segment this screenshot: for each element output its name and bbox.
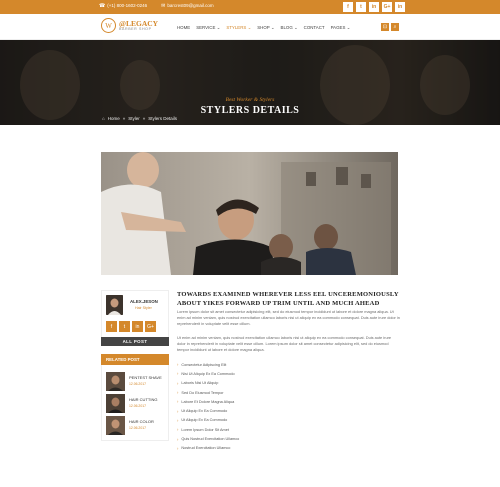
instagram-icon[interactable]: in: [395, 2, 405, 12]
nav-pages[interactable]: PAGES ⌄: [331, 25, 351, 31]
arrow-right-icon: ›: [177, 380, 179, 386]
related-post-date: 12.06.2017: [129, 382, 146, 386]
nav-shop[interactable]: SHOP ⌄: [257, 25, 274, 31]
list-item: › Consectetur Adipiscing Elit: [177, 362, 227, 368]
thumbnail-illustration: [106, 416, 125, 435]
arrow-right-icon: ›: [177, 371, 179, 377]
breadcrumb-current: Stylers Details: [148, 116, 178, 121]
mail-icon: ✉: [161, 3, 166, 9]
avatar: [106, 295, 123, 315]
thumbnail-illustration: [106, 394, 125, 413]
facebook-icon[interactable]: f: [343, 2, 353, 12]
google-plus-icon[interactable]: G+: [382, 2, 392, 12]
breadcrumb-home[interactable]: Home: [108, 116, 120, 121]
chevron-down-icon: ⌄: [270, 25, 275, 30]
article-paragraph: Ut enim ad minim veniam, quis nostrud ex…: [177, 335, 392, 352]
related-post-title: PENTEST SHAVE: [129, 375, 162, 380]
related-post-title: HAIR COLOR: [129, 419, 154, 424]
logo-text: @LEGACY: [119, 18, 159, 28]
list-item: › Labore Et Dolore Magna Aliqua: [177, 399, 235, 405]
search-icon[interactable]: ⌕: [391, 23, 399, 31]
linkedin-icon[interactable]: in: [132, 321, 143, 332]
avatar-illustration: [106, 295, 123, 315]
email[interactable]: ✉ barcrest09@gmail.com: [161, 3, 214, 9]
facebook-icon[interactable]: f: [106, 321, 117, 332]
list-item: › Quis Nostrud Exercitation Ullamco: [177, 436, 240, 442]
arrow-right-icon: ›: [177, 362, 179, 368]
breadcrumb-separator: »: [122, 116, 126, 121]
arrow-right-icon: ›: [177, 436, 179, 442]
arrow-right-icon: ›: [177, 417, 179, 423]
related-post-item[interactable]: HAIR COLOR 12.06.2017: [106, 416, 154, 435]
nav-home[interactable]: HOME: [177, 25, 190, 31]
nav-contact[interactable]: CONTACT: [304, 25, 325, 31]
related-post-heading: RELATED POST: [101, 354, 169, 365]
related-post-thumbnail: [106, 372, 125, 391]
logo-tagline: BARBER SHOP: [119, 27, 152, 32]
chevron-down-icon: ⌄: [293, 25, 298, 30]
related-post-item[interactable]: PENTEST SHAVE 12.06.2017: [106, 372, 162, 391]
breadcrumb-separator: »: [142, 116, 146, 121]
barber-photo-illustration: [101, 152, 398, 275]
twitter-icon[interactable]: t: [119, 321, 130, 332]
phone-icon: ☎: [99, 3, 106, 9]
list-item: › Lorem Ipsum Dolor Sit Amet: [177, 427, 229, 433]
related-post-date: 12.06.2017: [129, 404, 146, 408]
arrow-right-icon: ›: [177, 390, 179, 396]
nav-service[interactable]: SERVICE ⌄: [196, 25, 220, 31]
header-actions: ⊡ ⌕: [381, 23, 399, 31]
thumbnail-illustration: [106, 372, 125, 391]
cart-icon[interactable]: ⊡: [381, 23, 389, 31]
list-item: › Ut Aliquip Ex Ea Commodo: [177, 417, 228, 423]
list-item: › Laboris Nisi Ut Aliquip: [177, 380, 219, 386]
arrow-right-icon: ›: [177, 445, 179, 451]
list-item: › Ut Aliquip Ex Ea Commodo: [177, 408, 228, 414]
styler-name: ALEX.JESON: [130, 299, 158, 304]
list-item: › Nisi Ut Aliquip Ex Ea Commodo: [177, 371, 235, 377]
related-post-item[interactable]: HAIR CUTTING 12.06.2017: [106, 394, 157, 413]
profile-social-links: f t in G+: [106, 321, 156, 332]
arrow-right-icon: ›: [177, 408, 179, 414]
list-item: › Nostrud Exercitation Ullamco: [177, 445, 231, 451]
breadcrumb: ⌂ Home » Styler » Stylers Details: [102, 116, 177, 121]
logo-mark-icon: W: [101, 18, 116, 33]
nav-stylers[interactable]: STYLERS ⌄: [226, 25, 251, 31]
chevron-down-icon: ⌄: [216, 25, 221, 30]
chevron-down-icon: ⌄: [346, 25, 351, 30]
nav-blog[interactable]: BLOG ⌄: [281, 25, 298, 31]
styler-main-photo: [101, 152, 398, 275]
top-social-links: f t in G+ in: [343, 2, 405, 12]
page-banner: Best Worker & Stylers STYLERS DETAILS: [0, 40, 500, 125]
article-title: TOWARDS EXAMINED WHEREVER LESS EEL UNCER…: [177, 291, 399, 307]
home-icon: ⌂: [102, 116, 105, 121]
related-post-thumbnail: [106, 394, 125, 413]
linkedin-icon[interactable]: in: [369, 2, 379, 12]
related-post-list: PENTEST SHAVE 12.06.2017 HAIR CUTTING 12…: [101, 365, 169, 441]
related-post-title: HAIR CUTTING: [129, 397, 158, 402]
top-bar: ☎ (+1) 800-1602-0246 ✉ barcrest09@gmail.co…: [0, 0, 500, 14]
list-item: › Sed Do Eiusmod Tempor: [177, 390, 224, 396]
feature-list: › Consectetur Adipiscing Elit › Nisi Ut Al…: [177, 360, 400, 453]
related-post-thumbnail: [106, 416, 125, 435]
main-nav: HOME SERVICE ⌄ STYLERS ⌄ SHOP ⌄ BLOG ⌄ C…: [177, 25, 350, 31]
page-title: STYLERS DETAILS: [200, 105, 300, 116]
arrow-right-icon: ›: [177, 399, 179, 405]
arrow-right-icon: ›: [177, 427, 179, 433]
related-post-date: 12.06.2017: [129, 426, 146, 430]
phone[interactable]: ☎ (+1) 800-1602-0246: [99, 3, 147, 9]
all-post-button[interactable]: ALL POST: [101, 337, 169, 346]
chevron-down-icon: ⌄: [247, 25, 252, 30]
styler-role: Hair Styler: [135, 306, 152, 310]
contact-info: ☎ (+1) 800-1602-0246 ✉ barcrest09@gmail.co…: [99, 3, 214, 9]
twitter-icon[interactable]: t: [356, 2, 366, 12]
article-paragraph: Lorem ipsum dolor sit amet consectetur a…: [177, 309, 400, 326]
breadcrumb-styler[interactable]: Styler: [128, 116, 140, 121]
banner-subtitle: Best Worker & Stylers: [225, 97, 275, 103]
site-logo[interactable]: W @LEGACY BARBER SHOP: [101, 18, 158, 33]
site-header: W @LEGACY BARBER SHOP HOME SERVICE ⌄ STY…: [0, 14, 500, 40]
google-plus-icon[interactable]: G+: [145, 321, 156, 332]
